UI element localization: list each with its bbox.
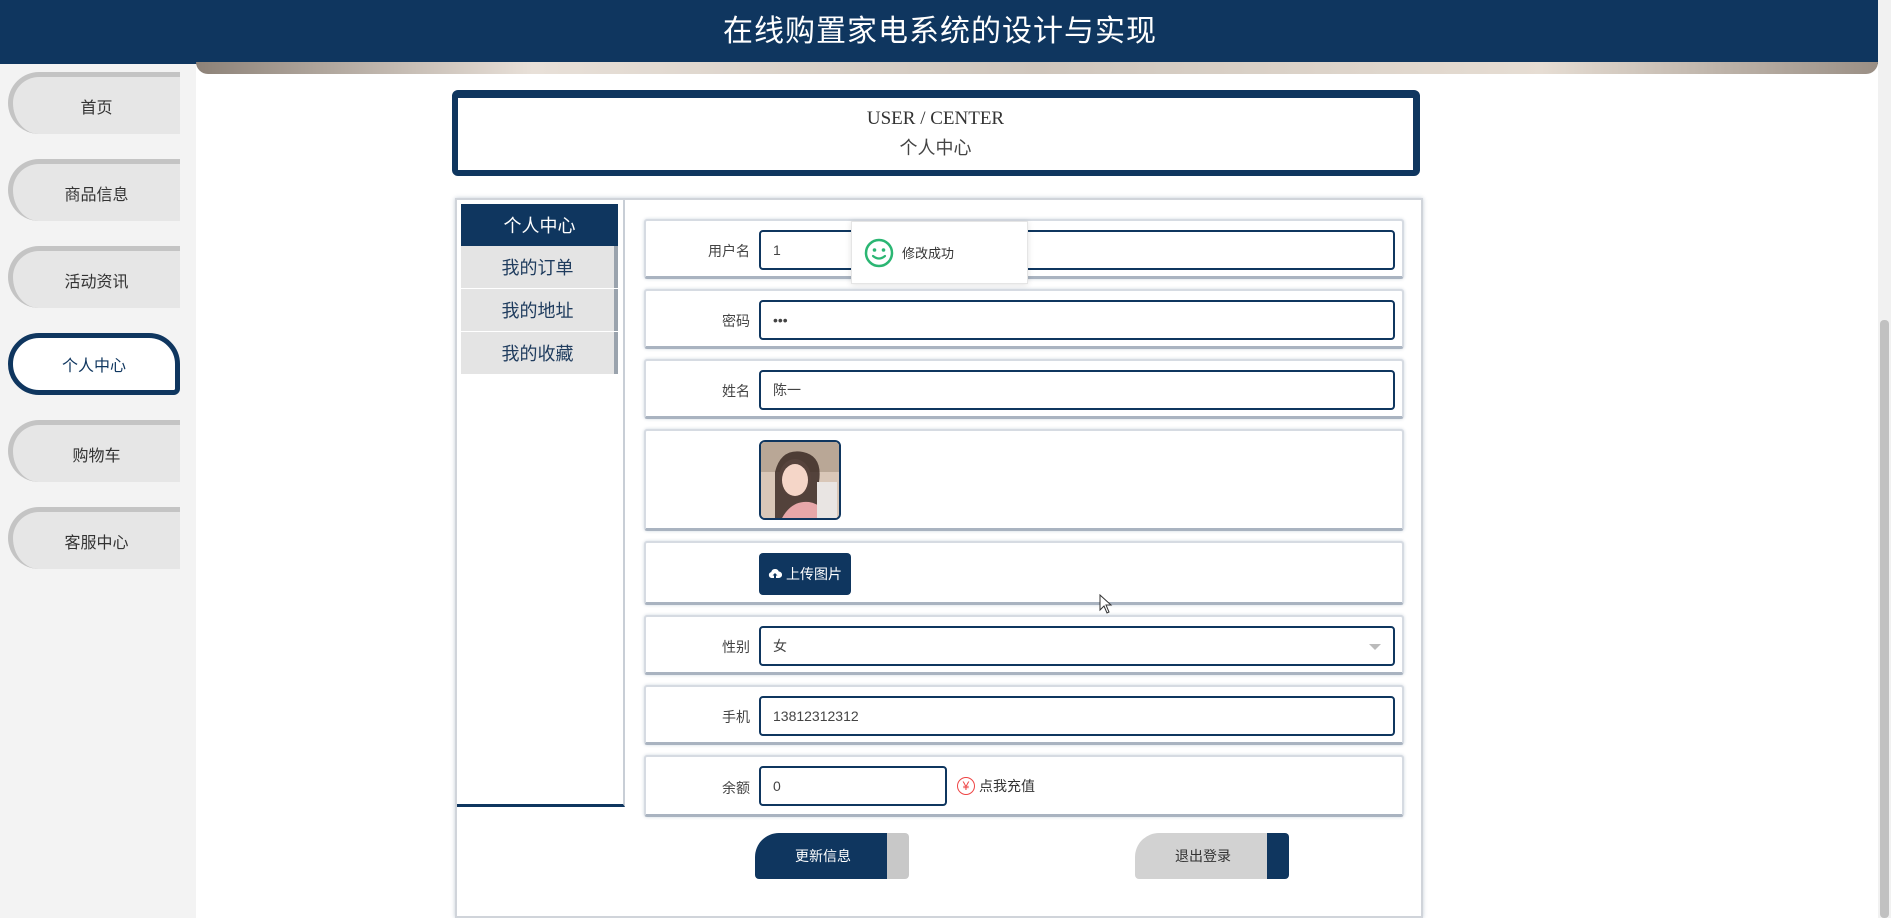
password-label: 密码: [722, 313, 750, 329]
sidebar-item-label: 商品信息: [64, 186, 129, 204]
balance-label: 余额: [722, 780, 750, 796]
update-info-label: 更新信息: [795, 848, 851, 864]
username-label: 用户名: [708, 243, 750, 259]
sidebar-item-label: 客服中心: [64, 534, 129, 552]
password-row: 密码 •••: [644, 289, 1404, 349]
gender-row: 性别 女: [644, 615, 1404, 675]
sidebar-item-home[interactable]: 首页: [8, 72, 180, 134]
sidebar-item-cart[interactable]: 购物车: [8, 420, 180, 482]
sidebar-item-label: 个人中心: [61, 358, 126, 375]
phone-row: 手机 13812312312: [644, 685, 1404, 745]
sidebar-item-service[interactable]: 客服中心: [8, 507, 180, 569]
logout-button[interactable]: 退出登录: [1135, 833, 1289, 879]
yen-icon: ¥: [957, 777, 975, 795]
phone-input[interactable]: 13812312312: [759, 696, 1395, 736]
toast-message: 修改成功: [902, 246, 955, 261]
sidebar-item-news[interactable]: 活动资讯: [8, 246, 180, 308]
upload-image-button[interactable]: 上传图片: [759, 553, 851, 595]
user-center-panel: 个人中心 我的订单 我的地址 我的收藏 用户名 1 密码 ••• 姓名 陈一 上…: [455, 198, 1423, 918]
user-menu: 个人中心 我的订单 我的地址 我的收藏: [457, 200, 625, 807]
phone-value: 13812312312: [773, 708, 859, 724]
balance-input[interactable]: 0: [759, 766, 947, 806]
username-value: 1: [773, 242, 781, 258]
upload-row: 上传图片: [644, 541, 1404, 605]
menu-item-orders[interactable]: 我的订单: [461, 246, 618, 288]
page-header-en: USER / CENTER: [866, 108, 1005, 129]
avatar-row: [644, 429, 1404, 531]
name-input[interactable]: 陈一: [759, 370, 1395, 410]
password-input[interactable]: •••: [759, 300, 1395, 340]
mouse-cursor-icon: [1099, 594, 1113, 614]
sidebar: 首页 商品信息 活动资讯 个人中心 购物车 客服中心: [0, 64, 196, 918]
sidebar-item-label: 活动资讯: [64, 273, 129, 291]
name-row: 姓名 陈一: [644, 359, 1404, 419]
upload-label: 上传图片: [786, 566, 842, 582]
cloud-upload-icon: [768, 569, 782, 578]
page-header-cn: 个人中心: [899, 138, 972, 159]
menu-item-label: 我的地址: [501, 301, 574, 321]
balance-value: 0: [773, 778, 781, 794]
smile-icon: [864, 238, 894, 267]
menu-item-label: 我的订单: [501, 258, 574, 278]
logout-label: 退出登录: [1175, 848, 1231, 864]
balance-row: 余额 0 ¥ 点我充值: [644, 755, 1404, 817]
phone-label: 手机: [722, 709, 750, 725]
avatar: [759, 440, 841, 520]
name-label: 姓名: [722, 383, 750, 399]
sidebar-item-label: 首页: [80, 99, 113, 117]
sidebar-item-label: 购物车: [72, 447, 121, 465]
success-toast: 修改成功: [851, 221, 1028, 284]
page-scrollbar[interactable]: [1878, 0, 1891, 918]
recharge-label: 点我充值: [979, 778, 1035, 794]
menu-item-user-center[interactable]: 个人中心: [461, 204, 618, 246]
menu-item-label: 我的收藏: [501, 344, 574, 364]
gender-label: 性别: [722, 639, 750, 655]
scrollbar-thumb[interactable]: [1880, 320, 1889, 918]
chevron-down-icon: [1369, 644, 1381, 650]
menu-item-addresses[interactable]: 我的地址: [461, 289, 618, 331]
update-info-button[interactable]: 更新信息: [755, 833, 909, 879]
banner-strip: [196, 62, 1878, 74]
sidebar-item-user-center[interactable]: 个人中心: [8, 333, 180, 395]
password-value: •••: [773, 312, 788, 328]
sidebar-item-products[interactable]: 商品信息: [8, 159, 180, 221]
page-header: USER / CENTER 个人中心: [452, 90, 1420, 176]
site-title: 在线购置家电系统的设计与实现: [723, 15, 1157, 48]
recharge-link[interactable]: ¥ 点我充值: [957, 776, 1035, 796]
menu-item-label: 个人中心: [503, 216, 576, 236]
name-value: 陈一: [773, 382, 801, 398]
gender-select[interactable]: 女: [759, 626, 1395, 666]
menu-item-favorites[interactable]: 我的收藏: [461, 332, 618, 374]
avatar-image: [761, 442, 839, 518]
gender-value: 女: [773, 638, 787, 654]
top-bar: 在线购置家电系统的设计与实现: [0, 0, 1880, 64]
